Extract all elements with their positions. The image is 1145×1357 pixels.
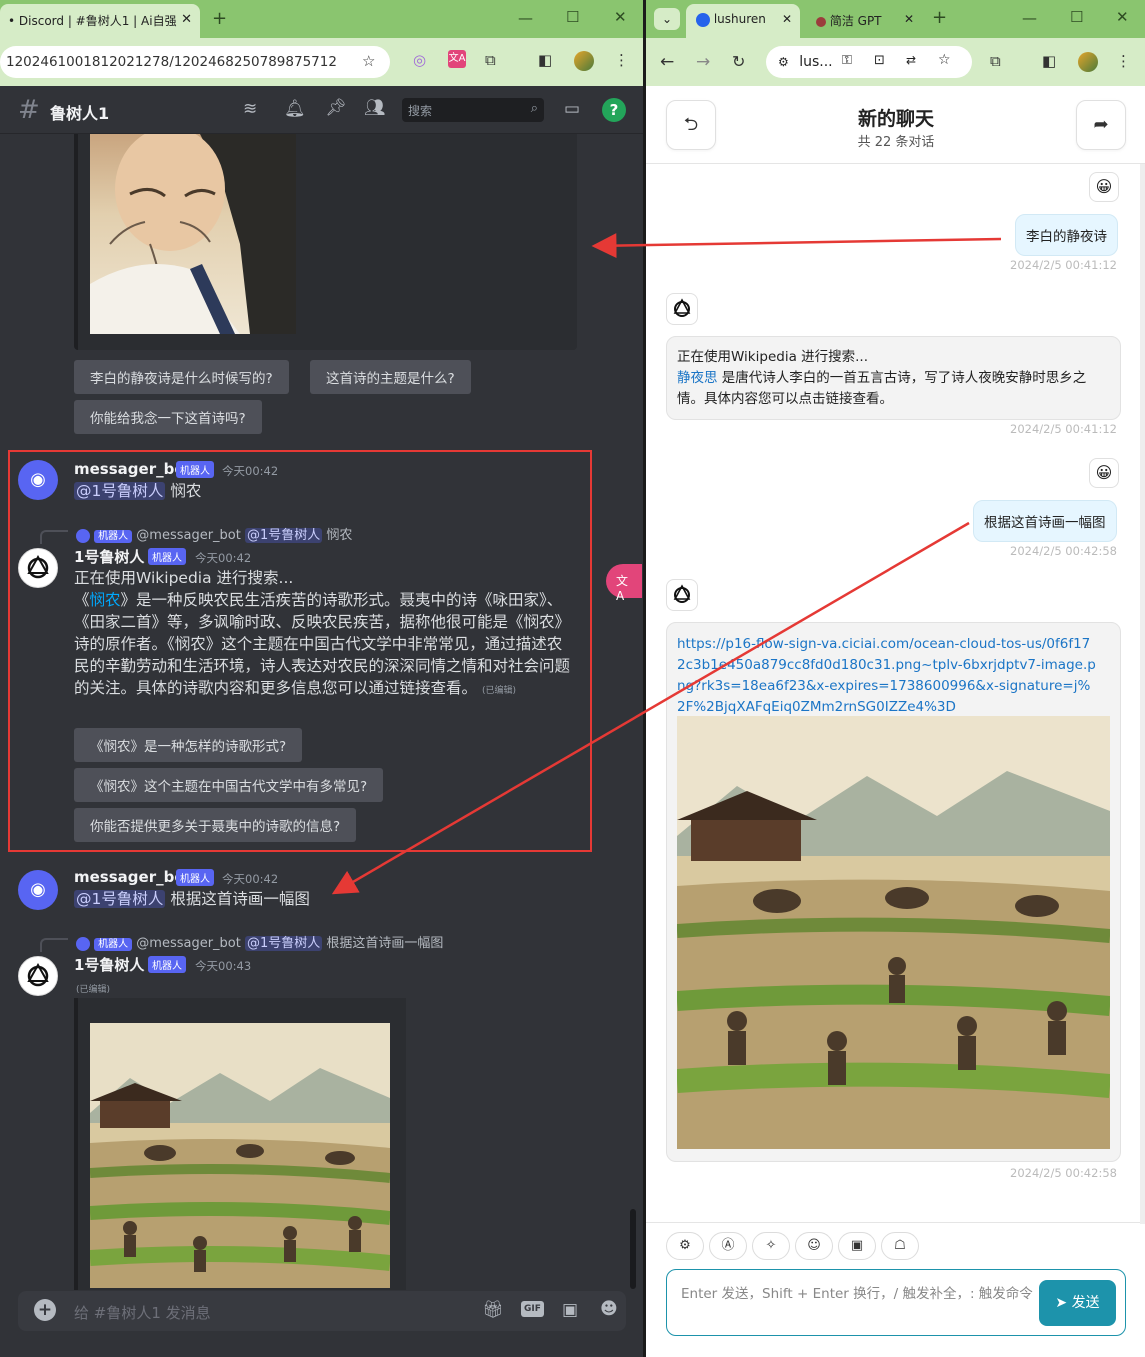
annotation-arrow-1	[591, 233, 1002, 259]
annotation-arrow-2	[331, 521, 970, 895]
annotation-arrows	[331, 233, 1002, 895]
